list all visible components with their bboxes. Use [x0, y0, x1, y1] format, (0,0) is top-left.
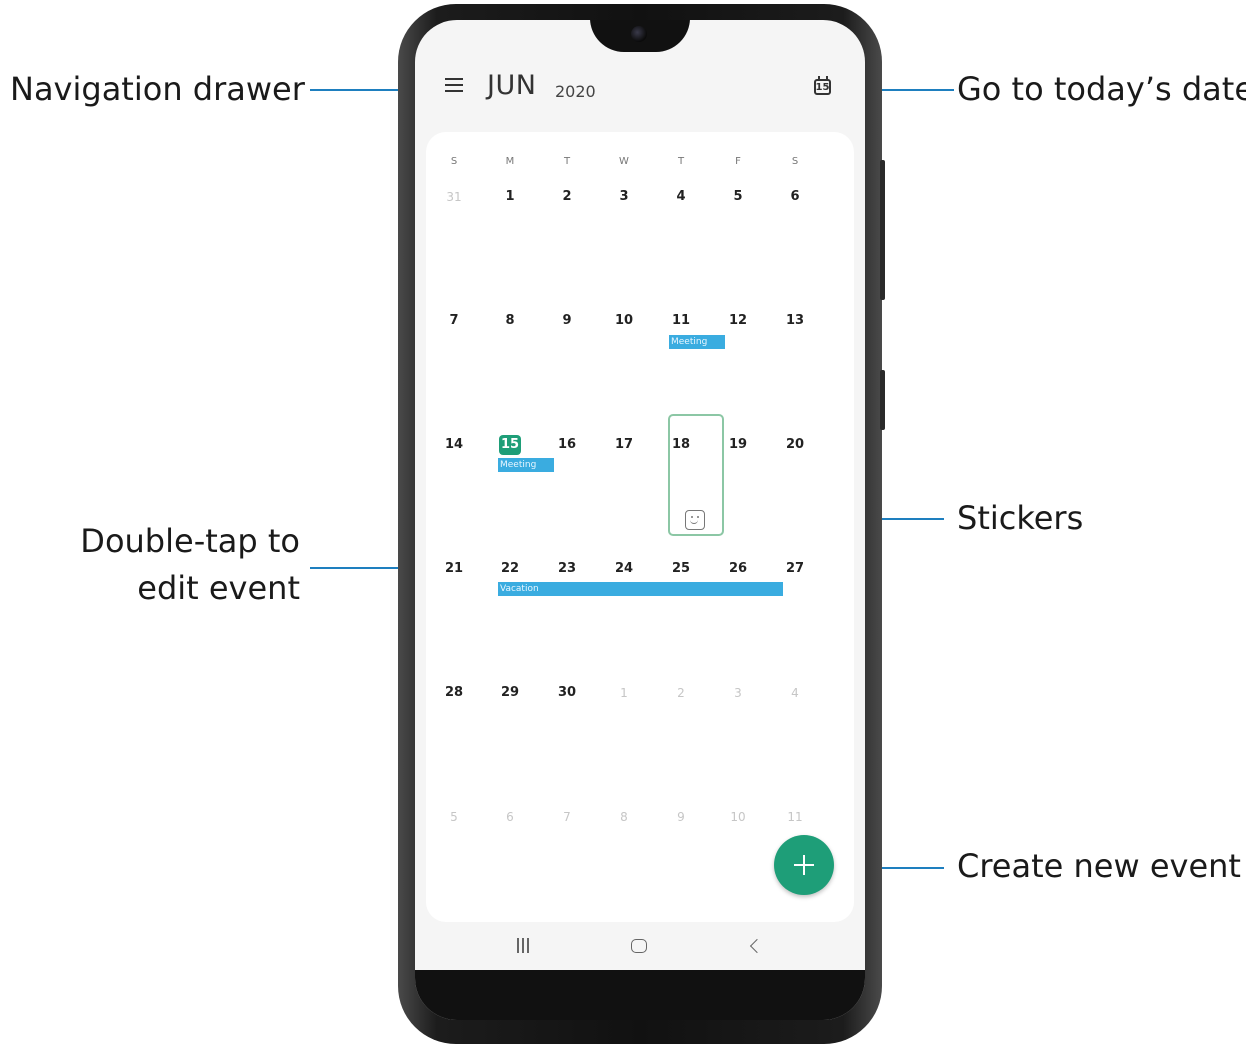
callout-stickers: Stickers	[957, 499, 1084, 537]
day-cell[interactable]: 3	[609, 188, 639, 206]
day-cell[interactable]: 8	[609, 808, 639, 826]
day-cell[interactable]: 21	[439, 560, 469, 578]
sticker-icon[interactable]	[685, 510, 705, 530]
callout-double-tap-line1: Double-tap to	[80, 522, 300, 560]
day-cell[interactable]: 1	[495, 188, 525, 206]
day-cell[interactable]: 25	[666, 560, 696, 578]
day-cell[interactable]: 5	[439, 808, 469, 826]
day-cell[interactable]: 9	[666, 808, 696, 826]
back-icon[interactable]	[749, 938, 765, 954]
day-cell[interactable]: 10	[609, 312, 639, 330]
day-cell[interactable]: 7	[439, 312, 469, 330]
today-icon-number: 15	[815, 82, 830, 93]
day-cell[interactable]: 29	[495, 684, 525, 702]
day-cell[interactable]: 26	[723, 560, 753, 578]
day-cell[interactable]: 5	[723, 188, 753, 206]
day-cell[interactable]: 20	[780, 436, 810, 454]
bottom-bezel	[415, 970, 865, 1020]
day-cell[interactable]: 6	[495, 808, 525, 826]
weekday-header: T	[563, 156, 571, 167]
day-cell[interactable]: 16	[552, 436, 582, 454]
day-cell[interactable]: 7	[552, 808, 582, 826]
navigation-drawer-button[interactable]	[445, 78, 463, 94]
day-cell[interactable]: 19	[723, 436, 753, 454]
day-cell[interactable]: 6	[780, 188, 810, 206]
day-cell[interactable]: 18	[666, 436, 696, 454]
weekday-header: W	[619, 156, 629, 167]
month-calendar: Meeting Meeting Vacation S M T W T F S 31 1 2 3 4 5 6…	[426, 132, 854, 922]
weekday-header: M	[505, 156, 515, 167]
callout-double-tap-line2: edit event	[137, 569, 300, 607]
callout-navigation-drawer: Navigation drawer	[10, 70, 305, 108]
event-vacation[interactable]: Vacation	[498, 582, 783, 596]
create-event-button[interactable]	[774, 835, 834, 895]
day-cell[interactable]: 3	[723, 684, 753, 702]
day-cell[interactable]: 14	[439, 436, 469, 454]
day-cell[interactable]: 17	[609, 436, 639, 454]
volume-button	[880, 160, 885, 300]
day-cell[interactable]: 23	[552, 560, 582, 578]
day-cell[interactable]: 9	[552, 312, 582, 330]
day-cell[interactable]: 30	[552, 684, 582, 702]
year-title[interactable]: 2020	[555, 82, 596, 101]
system-navigation-bar	[415, 925, 865, 970]
phone-screen: JUN 2020 15 Meeting Meeting Vacation SMT…	[415, 20, 865, 1020]
home-icon[interactable]	[631, 939, 647, 953]
weekday-header: S	[450, 156, 458, 167]
power-button	[880, 370, 885, 430]
day-cell[interactable]: 8	[495, 312, 525, 330]
day-cell[interactable]: 27	[780, 560, 810, 578]
event-meeting-15[interactable]: Meeting	[498, 458, 554, 472]
day-cell[interactable]: 24	[609, 560, 639, 578]
day-cell[interactable]: 2	[666, 684, 696, 702]
camera-notch	[590, 20, 690, 52]
callout-go-to-today: Go to today’s date	[957, 70, 1246, 108]
front-camera-icon	[631, 26, 647, 42]
day-cell-today[interactable]: 15	[499, 435, 521, 455]
day-cell[interactable]: 13	[780, 312, 810, 330]
day-cell[interactable]: 2	[552, 188, 582, 206]
day-cell[interactable]: 11	[780, 808, 810, 826]
event-meeting-11[interactable]: Meeting	[669, 335, 725, 349]
day-cell[interactable]: 1	[609, 684, 639, 702]
day-cell[interactable]: 31	[439, 188, 469, 206]
weekday-header: T	[677, 156, 685, 167]
weekday-header: F	[735, 156, 741, 167]
day-cell[interactable]: 4	[666, 188, 696, 206]
day-cell[interactable]: 10	[723, 808, 753, 826]
recents-icon[interactable]	[515, 938, 531, 954]
day-cell[interactable]: 22	[495, 560, 525, 578]
day-cell[interactable]: 11	[666, 312, 696, 330]
day-cell[interactable]: 28	[439, 684, 469, 702]
day-cell[interactable]: 12	[723, 312, 753, 330]
callout-create-new-event: Create new event	[957, 847, 1241, 885]
weekday-header: S	[791, 156, 799, 167]
go-to-today-button[interactable]: 15	[813, 76, 835, 98]
month-title[interactable]: JUN	[487, 70, 536, 101]
day-cell[interactable]: 4	[780, 684, 810, 702]
